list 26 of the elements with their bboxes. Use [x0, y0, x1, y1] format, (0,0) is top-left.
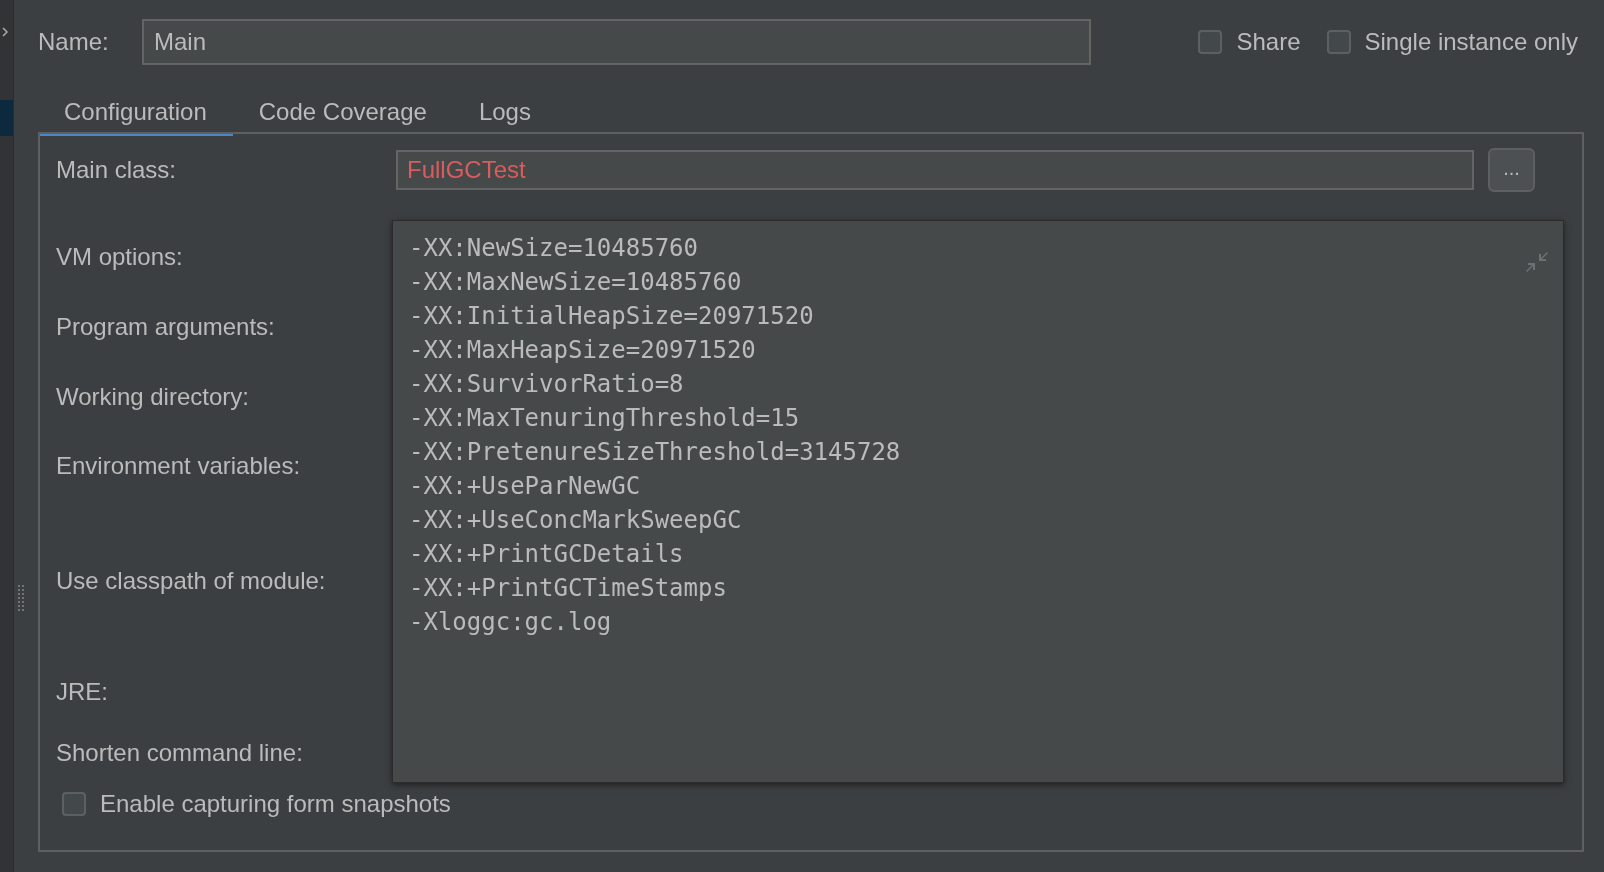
name-label: Name:: [38, 28, 110, 56]
tab[interactable]: Code Coverage: [232, 92, 453, 136]
field-label: Program arguments:: [56, 313, 275, 341]
checkbox-label: Single instance only: [1364, 28, 1578, 56]
vm-options-field[interactable]: -XX:NewSize=10485760 -XX:MaxNewSize=10485760 -XX:InitialHeapSize=20971520 -XX:MaxHeapSize=20971520 -XX:SurvivorRatio=8 -XX:MaxTenuringThreshold=15 -XX:PretenureSizeThreshold=3145728 -XX:+UseParNewGC -XX:+UseConcMarkSweepGC -XX:+PrintGCDetails -XX:+PrintGCTimeStamps -Xloggc:gc.log: [392, 220, 1564, 783]
browse-button[interactable]: ...: [1488, 148, 1535, 192]
main-class-label: Main class:: [56, 156, 178, 184]
field-label: JRE:: [56, 678, 108, 706]
name-field[interactable]: Main: [142, 19, 1091, 65]
checkbox[interactable]: [1326, 30, 1351, 54]
main-class-field[interactable]: FullGCTest: [396, 150, 1474, 190]
field-label: Environment variables:: [56, 452, 301, 480]
chevron-right-icon[interactable]: [1, 26, 9, 38]
tab[interactable]: Configuration: [38, 92, 233, 136]
checkbox[interactable]: [1198, 30, 1223, 54]
checkbox[interactable]: [62, 792, 86, 816]
field-label: VM options:: [56, 243, 183, 271]
field-label: Shorten command line:: [56, 739, 303, 767]
checkbox-label: Enable capturing form snapshots: [100, 790, 451, 818]
selected-item-highlight: [0, 100, 13, 136]
field-label: Working directory:: [56, 383, 249, 411]
tab[interactable]: Logs: [452, 92, 557, 136]
checkbox-label: Share: [1236, 28, 1301, 56]
field-label: Use classpath of module:: [56, 567, 326, 595]
splitter-grip-icon[interactable]: [18, 585, 24, 611]
collapse-icon[interactable]: [1526, 251, 1548, 273]
